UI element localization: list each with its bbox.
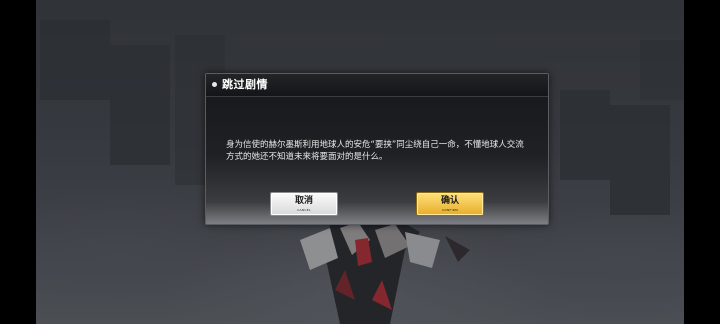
dialog-title: 跳过剧情 xyxy=(222,78,268,91)
right-letterbox xyxy=(684,0,720,324)
confirm-button-sublabel: CONFIRM xyxy=(441,208,459,212)
dialog-message: 身为信使的赫尔墨斯利用地球人的安危“要挟”同尘绕自己一命，不懂地球人交流方式的她… xyxy=(226,140,524,162)
cancel-button[interactable]: 取消 CANCEL xyxy=(270,192,338,216)
cancel-button-label: 取消 xyxy=(294,196,313,206)
cancel-button-sublabel: CANCEL xyxy=(297,208,311,212)
dialog-header: 跳过剧情 xyxy=(206,74,548,97)
bullet-dot-icon xyxy=(212,82,217,87)
confirm-button[interactable]: 确认 CONFIRM xyxy=(416,192,484,216)
left-letterbox xyxy=(0,0,36,324)
skip-story-dialog: 跳过剧情 身为信使的赫尔墨斯利用地球人的安危“要挟”同尘绕自己一命，不懂地球人交… xyxy=(205,73,549,225)
confirm-button-label: 确认 xyxy=(440,196,459,206)
